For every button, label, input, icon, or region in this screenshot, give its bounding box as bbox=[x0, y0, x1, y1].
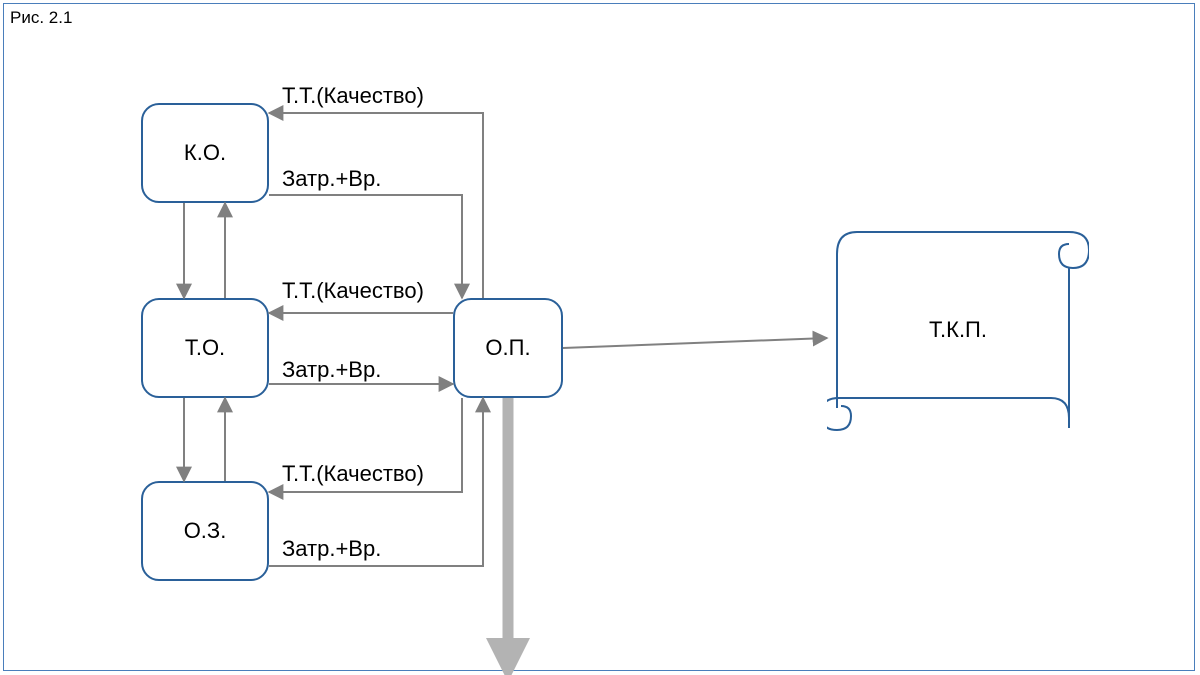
edge-label-tt-oz: Т.Т.(Качество) bbox=[282, 461, 424, 487]
node-to: Т.О. bbox=[141, 298, 269, 398]
node-op: О.П. bbox=[453, 298, 563, 398]
figure-caption: Рис. 2.1 bbox=[10, 8, 72, 28]
edge-label-tt-to: Т.Т.(Качество) bbox=[282, 278, 424, 304]
edge-label-zatr-oz: Затр.+Вр. bbox=[282, 536, 381, 562]
node-tkp: Т.К.П. bbox=[827, 228, 1089, 432]
node-ko-label: К.О. bbox=[184, 140, 226, 166]
edge-label-zatr-ko: Затр.+Вр. bbox=[282, 166, 381, 192]
node-ko: К.О. bbox=[141, 103, 269, 203]
node-oz-label: О.З. bbox=[184, 518, 227, 544]
node-tkp-label: Т.К.П. bbox=[929, 317, 987, 343]
node-op-label: О.П. bbox=[485, 335, 530, 361]
edge-label-zatr-to: Затр.+Вр. bbox=[282, 357, 381, 383]
node-oz: О.З. bbox=[141, 481, 269, 581]
node-to-label: Т.О. bbox=[185, 335, 225, 361]
edge-label-tt-ko: Т.Т.(Качество) bbox=[282, 83, 424, 109]
